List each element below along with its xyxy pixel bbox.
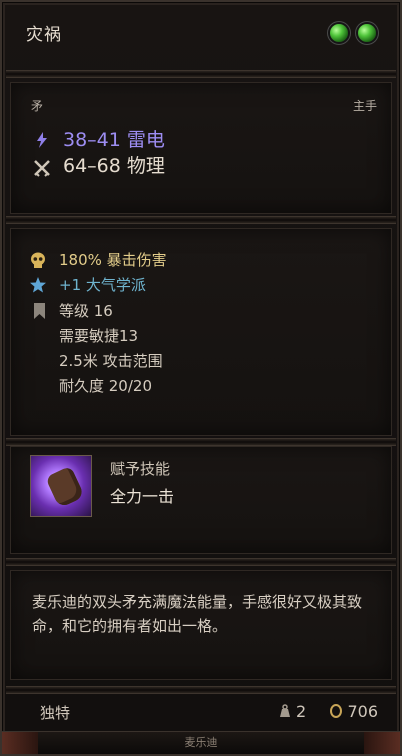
footer-divider bbox=[6, 686, 396, 694]
skill-icon[interactable] bbox=[30, 455, 92, 517]
granted-skill-name[interactable]: 全力一击 bbox=[110, 483, 174, 507]
section-divider bbox=[6, 216, 396, 224]
weight-value: 2 706 bbox=[279, 702, 378, 721]
rarity-label: 独特 bbox=[40, 704, 71, 722]
crossed-swords-icon bbox=[34, 160, 50, 177]
rune-slot-icon bbox=[330, 24, 348, 42]
owner-label: 麦乐迪 bbox=[184, 736, 218, 749]
item-type: 矛 bbox=[31, 99, 44, 113]
durability-stat: 耐久度 20/20 bbox=[59, 377, 152, 395]
skull-icon bbox=[31, 252, 45, 268]
stats-section: 180% 暴击伤害 +1 大气学派 等级 16 需要敏捷13 2.5米 攻击范围… bbox=[10, 228, 392, 436]
bookmark-icon bbox=[34, 303, 45, 319]
star-icon bbox=[30, 277, 46, 293]
fist-icon bbox=[45, 465, 85, 509]
item-description: 麦乐迪的双头矛充满魔法能量，手感很好又极其致命，和它的拥有者如出一格。 bbox=[32, 593, 363, 635]
header-divider bbox=[6, 70, 396, 78]
rune-slot-icon bbox=[358, 24, 376, 42]
damage-section: 矛 主手 38–41 雷电 64–68 物理 bbox=[10, 82, 392, 214]
gold-value: 706 bbox=[347, 702, 378, 721]
item-slot: 主手 bbox=[352, 99, 377, 113]
skill-school-stat: +1 大气学派 bbox=[59, 276, 146, 294]
section-divider bbox=[6, 558, 396, 566]
lightning-icon bbox=[37, 132, 47, 148]
coin-icon bbox=[330, 704, 343, 718]
level-stat: 等级 16 bbox=[59, 302, 113, 320]
weight-icon bbox=[279, 704, 290, 717]
lightning-damage: 38–41 雷电 bbox=[63, 129, 165, 151]
section-divider bbox=[6, 438, 396, 446]
item-name: 灾祸 bbox=[26, 25, 62, 45]
crit-damage-stat: 180% 暴击伤害 bbox=[59, 251, 167, 269]
weight-number: 2 bbox=[295, 702, 307, 721]
requirement-stat: 需要敏捷13 bbox=[59, 327, 139, 345]
granted-skill-label: 赋予技能 bbox=[110, 460, 171, 478]
range-stat: 2.5米 攻击范围 bbox=[59, 352, 163, 370]
item-tooltip: 灾祸 矛 主手 38–41 雷电 64–68 物理 180% 暴击伤害 +1 大… bbox=[0, 0, 402, 756]
physical-damage: 64–68 物理 bbox=[63, 155, 165, 177]
